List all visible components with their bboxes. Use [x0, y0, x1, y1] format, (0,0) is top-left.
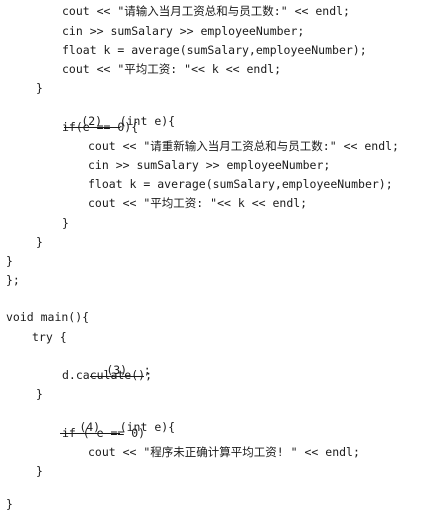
code-line: cout << "请输入当月工资总和与员工数:" << endl;	[62, 4, 350, 18]
code-line: (4) (int e){	[32, 406, 175, 434]
code-line: }	[36, 464, 43, 478]
code-line: }	[6, 497, 13, 511]
code-line: cout << "平均工资: "<< k << endl;	[62, 62, 282, 76]
code-line: if ( e == 0)	[62, 426, 146, 440]
code-line: float k = average(sumSalary,employeeNumb…	[88, 177, 393, 191]
code-line: (3);	[62, 349, 151, 377]
code-line: if(e == 0){	[62, 120, 139, 134]
code-line: cout << "程序未正确计算平均工资! " << endl;	[88, 445, 360, 459]
code-line: }	[36, 81, 43, 95]
code-line: void main(){	[6, 310, 90, 324]
code-line: cout << "平均工资: "<< k << endl;	[88, 196, 308, 210]
code-line: cin >> sumSalary >> employeeNumber;	[88, 158, 331, 172]
code-line: float k = average(sumSalary,employeeNumb…	[62, 43, 367, 57]
code-line: }	[62, 216, 69, 230]
code-line: (2) (int e){	[36, 100, 175, 128]
code-line: d.caculate();	[62, 368, 153, 382]
code-line: try {	[32, 330, 67, 344]
code-line: }	[6, 254, 13, 268]
code-line: };	[6, 273, 20, 287]
code-line: }	[36, 387, 43, 401]
code-line: }	[36, 235, 43, 249]
code-document: cout << "请输入当月工资总和与员工数:" << endl; cin >>…	[0, 0, 440, 513]
code-line: cout << "请重新输入当月工资总和与员工数:" << endl;	[88, 139, 399, 153]
code-line: cin >> sumSalary >> employeeNumber;	[62, 24, 305, 38]
